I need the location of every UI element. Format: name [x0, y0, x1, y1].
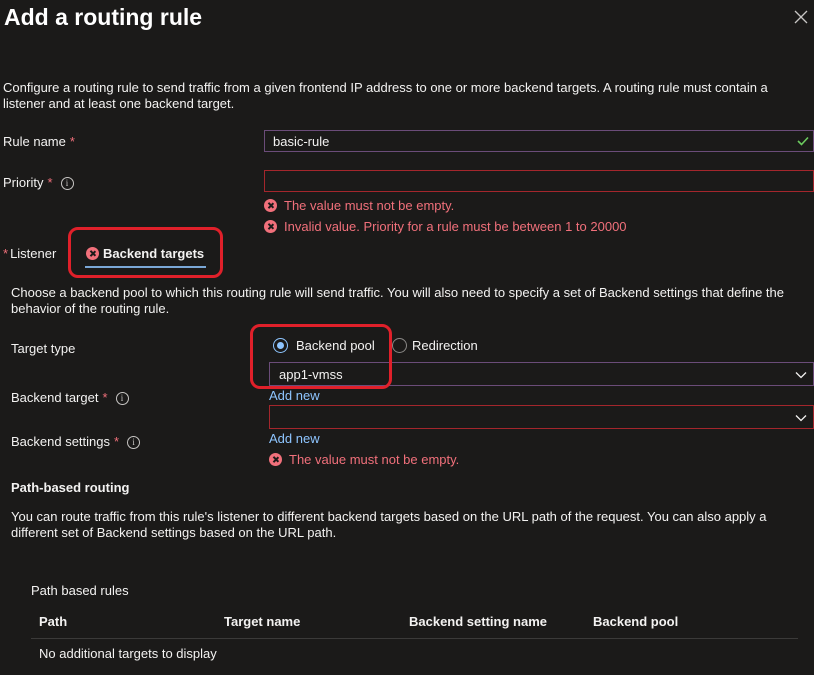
error-text: The value must not be empty. [289, 452, 460, 467]
path-rules-title: Path based rules [31, 583, 129, 598]
required-marker: * [47, 175, 53, 190]
radio-redirection[interactable] [392, 338, 407, 353]
required-marker: * [3, 246, 9, 261]
tab-listener[interactable]: * Listener [3, 246, 56, 261]
checkmark-icon [797, 136, 809, 146]
column-header-backend-pool: Backend pool [593, 614, 679, 629]
priority-error-range: Invalid value. Priority for a rule must … [264, 219, 627, 234]
target-type-label: Target type [11, 341, 76, 356]
info-icon[interactable]: i [115, 392, 129, 405]
required-marker: * [102, 390, 108, 405]
backend-settings-label: Backend settings * i [11, 434, 141, 449]
chevron-down-icon [795, 415, 807, 422]
error-icon [264, 220, 277, 233]
rule-name-label-text: Rule name [3, 134, 66, 149]
table-header-divider [31, 638, 798, 639]
annotation-highlight-tab [68, 227, 223, 278]
tab-listener-label: Listener [10, 246, 57, 261]
error-icon [264, 199, 277, 212]
priority-error-empty: The value must not be empty. [264, 198, 454, 213]
close-icon[interactable] [793, 9, 809, 25]
path-routing-description: You can route traffic from this rule's l… [11, 509, 767, 540]
path-routing-heading: Path-based routing [11, 480, 130, 495]
rule-name-input[interactable]: basic-rule [264, 130, 814, 152]
priority-label: Priority * i [3, 175, 74, 190]
add-new-backend-target-link[interactable]: Add new [269, 388, 320, 403]
backend-target-dropdown[interactable] [269, 405, 814, 429]
column-header-path: Path [39, 614, 68, 629]
panel-description: Configure a routing rule to send traffic… [3, 80, 768, 111]
annotation-highlight-target-type [250, 324, 392, 389]
table-empty-message: No additional targets to display [39, 646, 217, 661]
backend-target-label-text: Backend target [11, 390, 99, 405]
backend-settings-error: The value must not be empty. [269, 452, 459, 467]
priority-input[interactable] [264, 170, 814, 192]
radio-redirection-label[interactable]: Redirection [412, 338, 478, 353]
column-header-target-name: Target name [224, 614, 301, 629]
error-text: The value must not be empty. [284, 198, 455, 213]
info-icon[interactable]: i [60, 177, 74, 190]
required-marker: * [69, 134, 75, 149]
rule-name-value: basic-rule [273, 134, 330, 149]
info-icon[interactable]: i [127, 436, 141, 449]
rule-name-label: Rule name * [3, 134, 75, 149]
error-text: Invalid value. Priority for a rule must … [284, 219, 627, 234]
add-new-backend-settings-link[interactable]: Add new [269, 431, 320, 446]
error-icon [269, 453, 282, 466]
required-marker: * [114, 434, 120, 449]
backend-description: Choose a backend pool to which this rout… [11, 285, 785, 316]
backend-target-label: Backend target * i [11, 390, 129, 405]
chevron-down-icon [795, 372, 807, 379]
backend-settings-label-text: Backend settings [11, 434, 111, 449]
priority-label-text: Priority [3, 175, 44, 190]
column-header-backend-setting-name: Backend setting name [409, 614, 547, 629]
panel-title: Add a routing rule [4, 4, 203, 30]
